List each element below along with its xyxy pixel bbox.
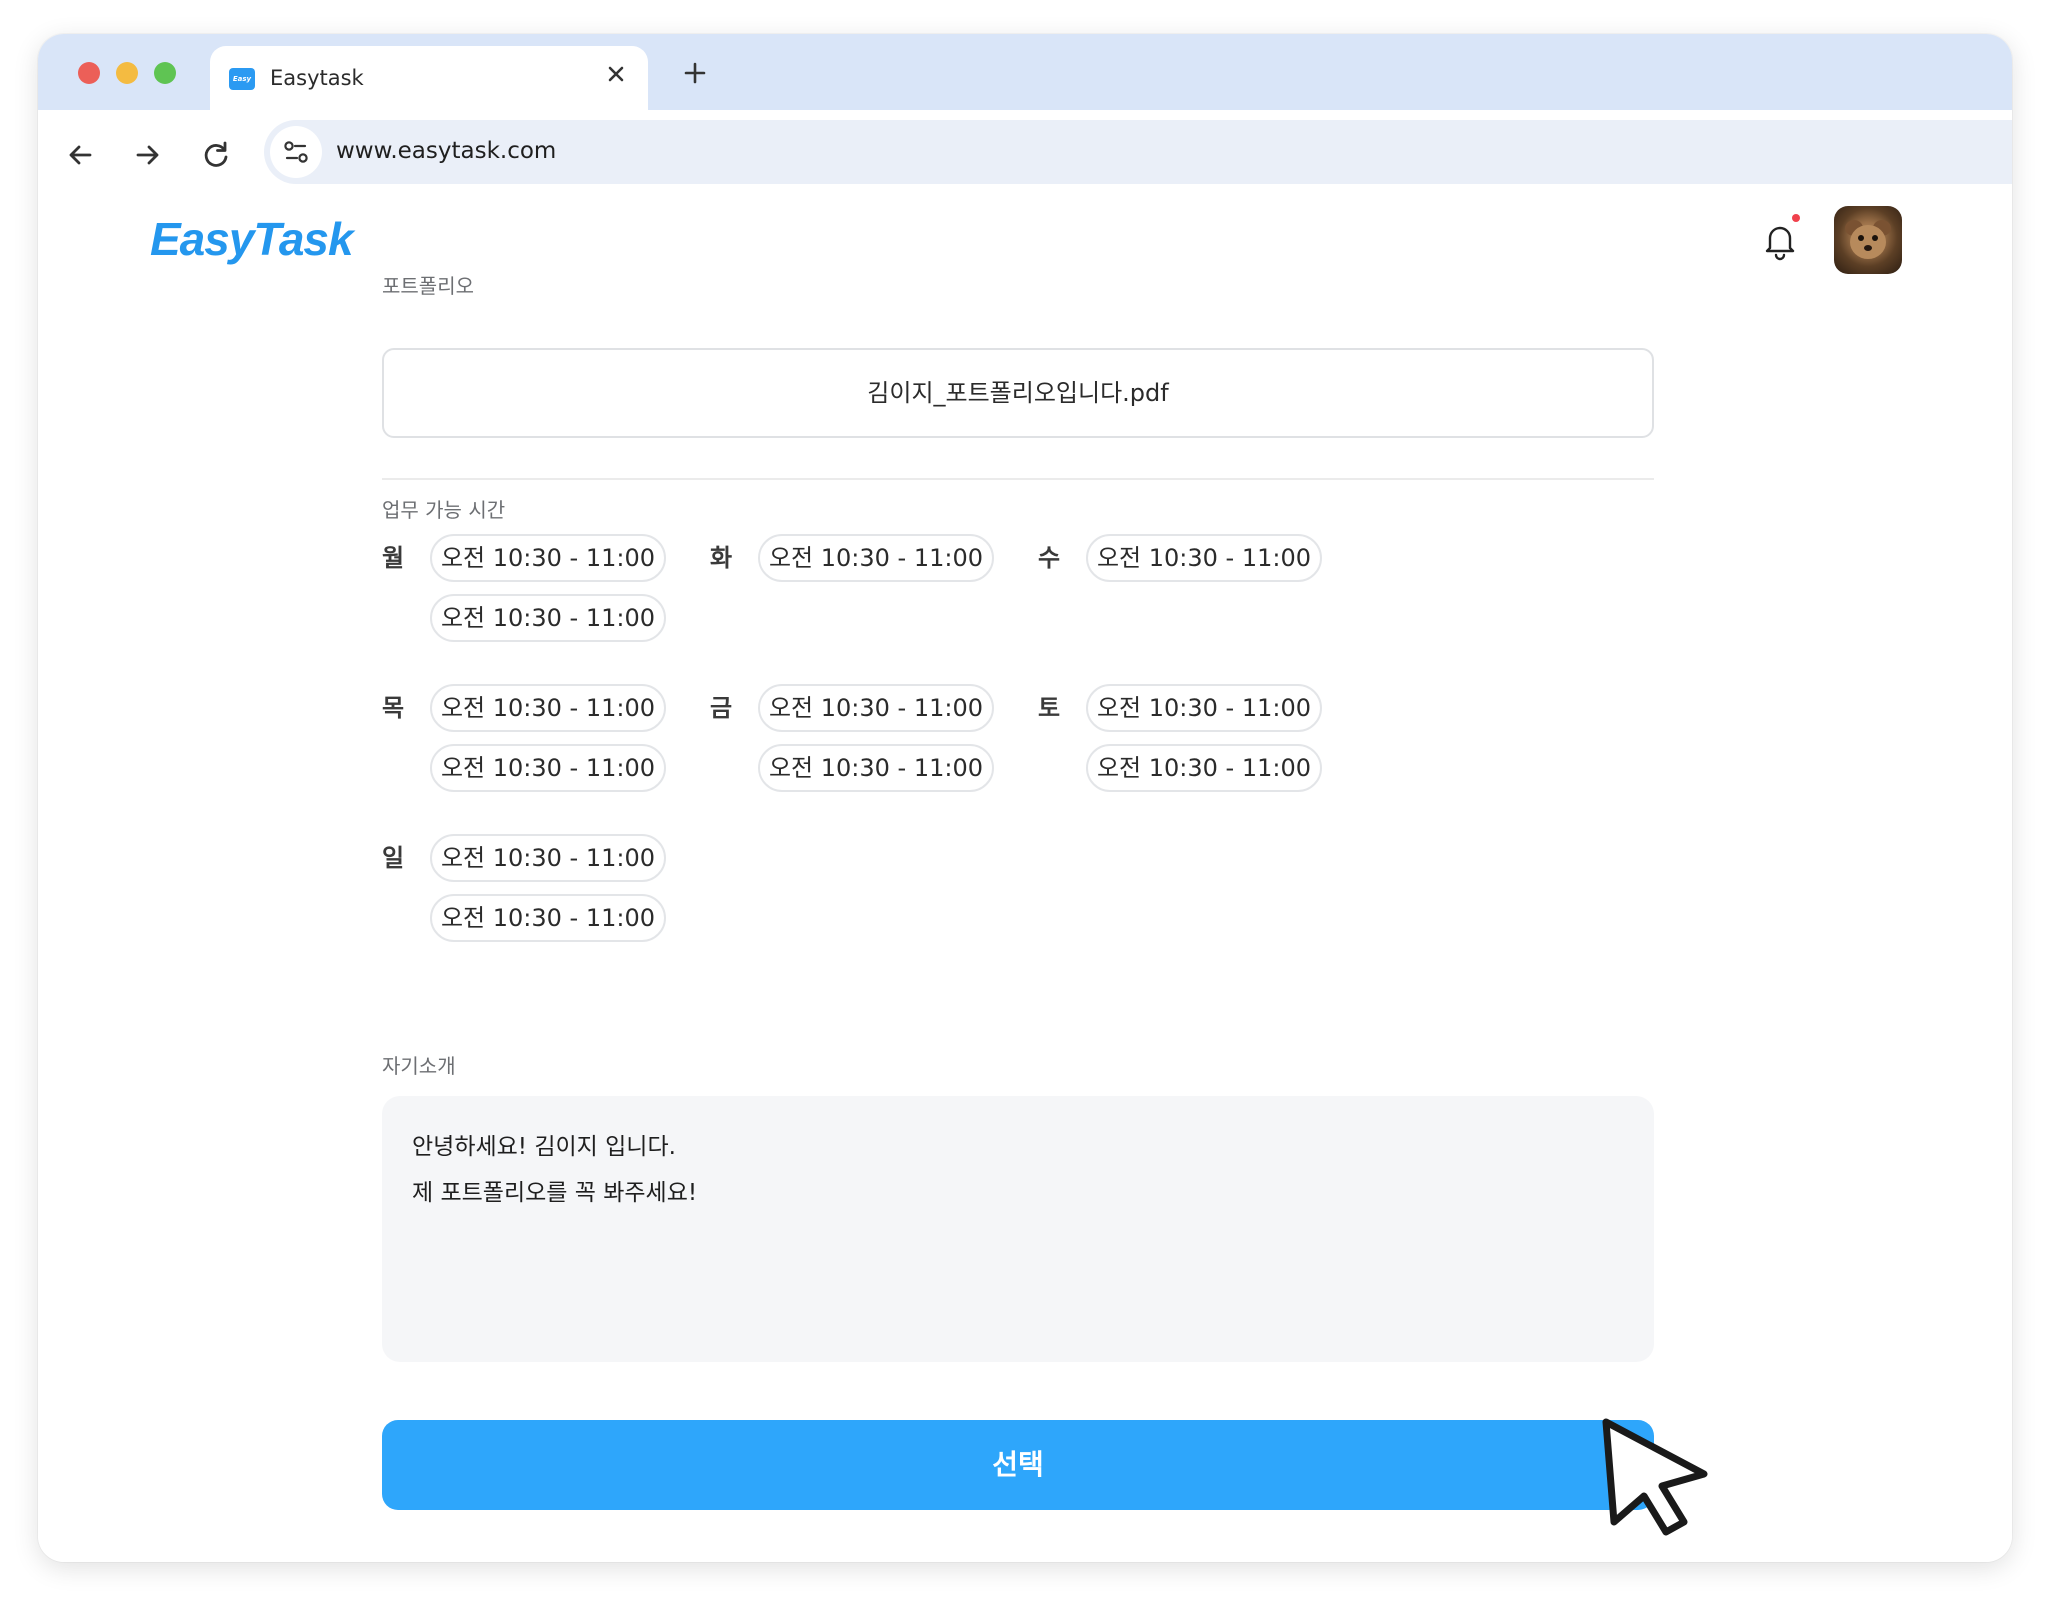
intro-line: 안녕하세요! 김이지 입니다.	[412, 1134, 676, 1160]
time-slot-chip[interactable]: 오전 10:30 - 11:00	[758, 684, 994, 732]
availability-label: 업무 가능 시간	[382, 498, 506, 522]
tab-strip: Easy Easytask	[38, 34, 2012, 110]
time-slot-chip[interactable]: 오전 10:30 - 11:00	[758, 744, 994, 792]
time-slot-chip[interactable]: 오전 10:30 - 11:00	[1086, 534, 1322, 582]
time-slot-chip[interactable]: 오전 10:30 - 11:00	[430, 684, 666, 732]
browser-tab[interactable]: Easy Easytask	[210, 46, 648, 110]
close-window-button[interactable]	[78, 62, 100, 84]
divider	[382, 478, 1654, 480]
portfolio-label: 포트폴리오	[382, 274, 474, 298]
browser-window: Easy Easytask www.easytask.com EasyTask …	[38, 34, 2012, 1562]
day-label-sat: 토	[1038, 694, 1061, 722]
tab-title: Easytask	[270, 66, 364, 90]
new-tab-icon[interactable]	[678, 56, 712, 90]
day-label-mon: 월	[382, 544, 405, 572]
day-label-fri: 금	[710, 694, 733, 722]
day-label-thu: 목	[382, 694, 405, 722]
close-tab-icon[interactable]	[602, 60, 630, 88]
time-slot-chip[interactable]: 오전 10:30 - 11:00	[430, 894, 666, 942]
notification-dot	[1792, 214, 1800, 222]
minimize-window-button[interactable]	[116, 62, 138, 84]
site-settings-button[interactable]	[270, 126, 322, 178]
avatar[interactable]	[1834, 206, 1902, 274]
time-slot-chip[interactable]: 오전 10:30 - 11:00	[1086, 744, 1322, 792]
day-label-sun: 일	[382, 844, 405, 872]
day-label-tue: 화	[710, 544, 733, 572]
mouse-pointer-icon	[1602, 1418, 1708, 1536]
favicon-icon: Easy	[229, 68, 255, 90]
select-button[interactable]: 선택	[382, 1420, 1654, 1510]
intro-textarea[interactable]: 안녕하세요! 김이지 입니다. 제 포트폴리오를 꼭 봐주세요!	[382, 1096, 1654, 1362]
time-slot-chip[interactable]: 오전 10:30 - 11:00	[430, 744, 666, 792]
intro-line: 제 포트폴리오를 꼭 봐주세요!	[412, 1180, 698, 1206]
easytask-logo[interactable]: EasyTask	[150, 212, 354, 266]
puppy-avatar-image	[1845, 220, 1891, 259]
time-slot-chip[interactable]: 오전 10:30 - 11:00	[1086, 684, 1322, 732]
time-slot-chip[interactable]: 오전 10:30 - 11:00	[430, 834, 666, 882]
maximize-window-button[interactable]	[154, 62, 176, 84]
intro-label: 자기소개	[382, 1054, 456, 1078]
day-label-wed: 수	[1038, 544, 1061, 572]
bell-icon[interactable]	[1760, 218, 1800, 262]
reload-icon[interactable]	[198, 137, 234, 173]
time-slot-chip[interactable]: 오전 10:30 - 11:00	[430, 594, 666, 642]
portfolio-file[interactable]: 김이지_포트폴리오입니다.pdf	[382, 348, 1654, 438]
page-content: EasyTask 포트폴리오 김이지_포트폴리오입니다.pdf 업무 가능 시간…	[38, 192, 2012, 1562]
time-slot-chip[interactable]: 오전 10:30 - 11:00	[758, 534, 994, 582]
time-slot-chip[interactable]: 오전 10:30 - 11:00	[430, 534, 666, 582]
back-arrow-icon[interactable]	[62, 137, 98, 173]
url-text: www.easytask.com	[336, 138, 557, 164]
tune-icon	[284, 141, 308, 163]
address-bar[interactable]: www.easytask.com	[264, 120, 2012, 184]
forward-arrow-icon[interactable]	[130, 137, 166, 173]
